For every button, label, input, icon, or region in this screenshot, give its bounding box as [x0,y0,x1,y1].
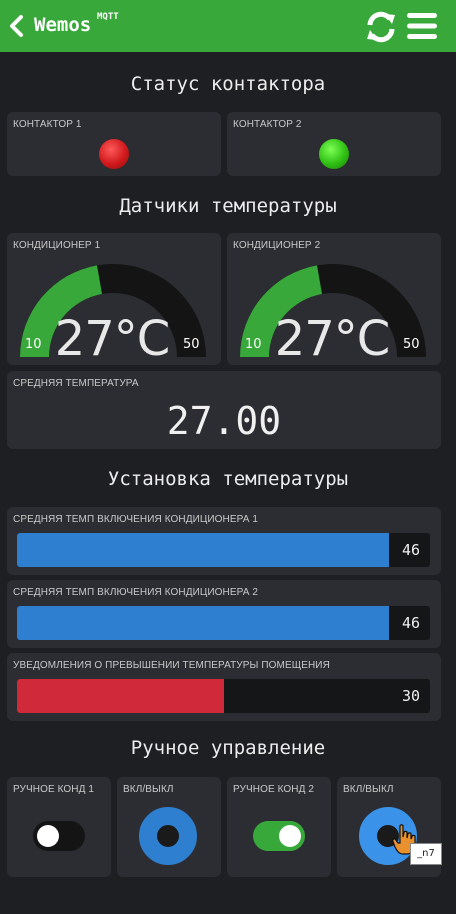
manual-ac1-toggle[interactable] [33,821,85,851]
manual-ac1-label: РУЧНОЕ КОНД 1 [13,784,95,795]
slider-card-2: СРЕДНЯЯ ТЕМП ВКЛЮЧЕНИЯ КОНДИЦИОНЕРА 2 46 [7,580,441,648]
average-temp-card: СРЕДНЯЯ ТЕМПЕРАТУРА 27.00 [7,371,441,449]
contactor-1-card: КОНТАКТОР 1 [7,112,221,176]
slider-1-value: 46 [401,541,420,559]
gauge-card-1: КОНДИЦИОНЕР 1 27°C 10 50 [7,233,221,367]
app-header: Wemos MQTT [0,0,456,52]
average-temp-value: 27.00 [166,399,282,443]
slider-1-label: СРЕДНЯЯ ТЕМП ВКЛЮЧЕНИЯ КОНДИЦИОНЕРА 1 [13,514,259,525]
manual-ac2-label: РУЧНОЕ КОНД 2 [233,784,315,795]
manual-ac1-card: РУЧНОЕ КОНД 1 [7,777,111,877]
onoff-1-button[interactable] [139,807,197,865]
contactor-1-indicator [99,139,129,169]
slider-3-track[interactable]: 30 [17,679,430,713]
gauge-2-min: 10 [245,337,262,352]
gauge-card-2: КОНДИЦИОНЕР 2 27°C 10 50 [227,233,441,367]
gauge-1-label: КОНДИЦИОНЕР 1 [13,240,101,251]
onoff-1-label: ВКЛ/ВЫКЛ [123,784,174,795]
hamburger-menu-icon[interactable] [406,11,438,41]
slider-1-fill[interactable] [17,533,389,567]
chevron-left-icon[interactable] [6,12,28,40]
setpoints-section-title: Установка температуры [107,468,349,490]
manual-section-title: Ручное управление [130,737,326,759]
onoff-2-label: ВКЛ/ВЫКЛ [343,784,394,795]
slider-3-fill[interactable] [17,679,224,713]
slider-2-label: СРЕДНЯЯ ТЕМП ВКЛЮЧЕНИЯ КОНДИЦИОНЕРА 2 [13,587,259,598]
slider-3-label: УВЕДОМЛЕНИЯ О ПРЕВЫШЕНИИ ТЕМПЕРАТУРЫ ПОМ… [13,660,330,671]
contactor-section-title: Статус контактора [130,73,326,95]
slider-3-value: 30 [401,687,420,705]
contactor-2-indicator [319,139,349,169]
manual-ac2-toggle[interactable] [253,821,305,851]
slider-2-value: 46 [401,614,420,632]
slider-2-track[interactable]: 46 [17,606,430,640]
sensors-section-title: Датчики температуры [119,195,337,217]
app-title-superscript: MQTT [97,12,119,22]
toggle-knob [279,825,301,847]
average-temp-label: СРЕДНЯЯ ТЕМПЕРАТУРА [13,378,139,389]
gauge-2-max: 50 [403,337,420,352]
contactor-1-label: КОНТАКТОР 1 [13,119,82,130]
slider-card-1: СРЕДНЯЯ ТЕМП ВКЛЮЧЕНИЯ КОНДИЦИОНЕРА 1 46 [7,507,441,575]
slider-card-3: УВЕДОМЛЕНИЯ О ПРЕВЫШЕНИИ ТЕМПЕРАТУРЫ ПОМ… [7,653,441,721]
slider-2-fill[interactable] [17,606,389,640]
slider-1-track[interactable]: 46 [17,533,430,567]
refresh-icon[interactable] [364,10,398,44]
contactor-2-label: КОНТАКТОР 2 [233,119,302,130]
toggle-knob [37,825,59,847]
manual-ac2-card: РУЧНОЕ КОНД 2 [227,777,331,877]
app-title: Wemos [34,14,92,36]
tooltip: _n7 [410,843,442,865]
gauge-1-min: 10 [25,337,42,352]
gauge-1-max: 50 [183,337,200,352]
contactor-2-card: КОНТАКТОР 2 [227,112,441,176]
onoff-1-card: ВКЛ/ВЫКЛ [117,777,221,877]
gauge-2-label: КОНДИЦИОНЕР 2 [233,240,321,251]
